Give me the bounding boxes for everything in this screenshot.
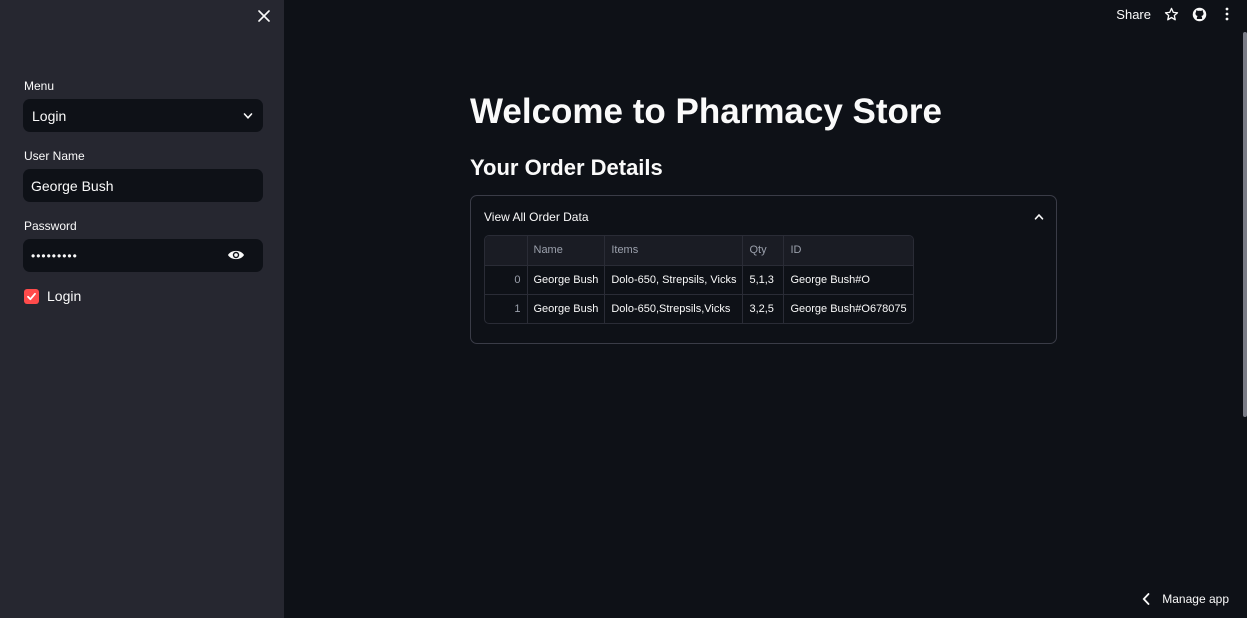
cell-id[interactable]: George Bush#O (783, 265, 913, 295)
share-button[interactable]: Share (1116, 7, 1151, 22)
manage-app-button[interactable]: Manage app (1142, 592, 1229, 606)
section-subtitle: Your Order Details (470, 155, 663, 180)
cell-name[interactable]: George Bush (527, 265, 606, 295)
chevron-left-icon (1142, 593, 1150, 605)
checkmark-icon (27, 292, 36, 300)
column-header-id[interactable]: ID (783, 236, 913, 266)
chevron-up-icon (1034, 213, 1044, 220)
main-content: Share Welcome to Pharmacy Store Your Ord… (284, 0, 1247, 618)
password-input[interactable]: ••••••••• (23, 239, 263, 272)
column-header-qty[interactable]: Qty (742, 236, 785, 266)
star-icon[interactable] (1163, 6, 1179, 22)
page-scrollbar[interactable] (1243, 32, 1247, 417)
table-row: 0 George Bush Dolo-650, Strepsils, Vicks… (485, 265, 913, 295)
row-index: 1 (485, 294, 528, 323)
password-input-value: ••••••••• (31, 248, 78, 263)
close-icon (258, 10, 270, 22)
login-checkbox-row[interactable]: Login (24, 288, 81, 304)
cell-qty[interactable]: 3,2,5 (742, 294, 785, 323)
page-title: Welcome to Pharmacy Store (470, 92, 943, 131)
menu-select-value: Login (32, 107, 67, 124)
app-root: Menu Login User Name George Bush Passwor… (0, 0, 1247, 618)
menu-label: Menu (24, 79, 55, 93)
manage-app-label: Manage app (1162, 592, 1229, 606)
username-input[interactable]: George Bush (23, 169, 263, 202)
expander-header[interactable]: View All Order Data (484, 209, 1044, 225)
column-header-items[interactable]: Items (604, 236, 744, 266)
expander-label: View All Order Data (484, 210, 589, 224)
login-checkbox-label: Login (47, 288, 82, 304)
table-row: 1 George Bush Dolo-650,Strepsils,Vicks 3… (485, 294, 913, 323)
row-index: 0 (485, 265, 528, 295)
top-toolbar: Share (1116, 6, 1235, 22)
menu-select[interactable]: Login (23, 99, 263, 132)
cell-items[interactable]: Dolo-650, Strepsils, Vicks (604, 265, 744, 295)
chevron-down-icon (243, 112, 253, 119)
cell-items[interactable]: Dolo-650,Strepsils,Vicks (604, 294, 744, 323)
sidebar: Menu Login User Name George Bush Passwor… (0, 0, 284, 618)
close-sidebar-button[interactable] (254, 6, 274, 26)
table-header-row: Name Items Qty ID (485, 236, 913, 266)
username-input-value: George Bush (31, 177, 114, 194)
username-label: User Name (24, 149, 85, 163)
cell-qty[interactable]: 5,1,3 (742, 265, 785, 295)
cell-name[interactable]: George Bush (527, 294, 606, 323)
column-header-name[interactable]: Name (527, 236, 606, 266)
cell-id[interactable]: George Bush#O678075 (784, 294, 913, 323)
order-data-expander: View All Order Data Name Items Qty ID 0 … (470, 195, 1057, 344)
eye-icon[interactable] (227, 248, 245, 262)
login-checkbox[interactable] (24, 288, 39, 304)
order-table[interactable]: Name Items Qty ID 0 George Bush Dolo-650… (484, 235, 914, 324)
more-vertical-icon[interactable] (1219, 6, 1235, 22)
github-icon[interactable] (1191, 6, 1207, 22)
column-header-index (485, 236, 528, 266)
password-label: Password (24, 219, 77, 233)
